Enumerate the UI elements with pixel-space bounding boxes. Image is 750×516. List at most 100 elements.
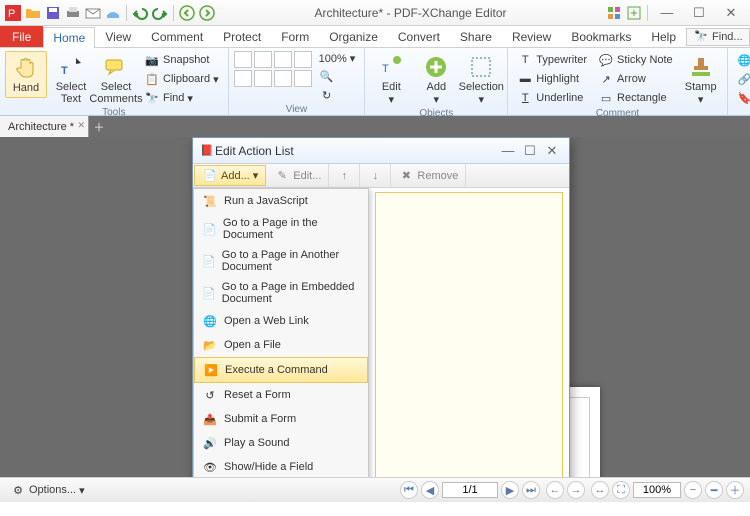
close-tab-icon[interactable]: ✕: [77, 120, 85, 131]
tab-home[interactable]: Home: [43, 27, 95, 48]
zoom-out-btn[interactable]: −: [684, 481, 702, 499]
edit-action-button[interactable]: ✎Edit...: [267, 164, 329, 187]
find-button[interactable]: 🔭Find...: [686, 28, 750, 46]
action-menu-item[interactable]: 📤Submit a Form: [194, 407, 368, 431]
move-up-button[interactable]: ↑: [329, 164, 360, 187]
tab-organize[interactable]: Organize: [319, 26, 388, 47]
tab-protect[interactable]: Protect: [213, 26, 271, 47]
options-button[interactable]: ⚙Options... ▾: [6, 481, 89, 499]
redo-icon[interactable]: [151, 4, 169, 22]
tab-review[interactable]: Review: [502, 26, 561, 47]
tab-bookmarks[interactable]: Bookmarks: [561, 26, 641, 47]
action-menu-item[interactable]: 📂Open a File: [194, 333, 368, 357]
rotate-icon: ↻: [319, 87, 335, 103]
find-tool-button[interactable]: 🔭Find ▾: [140, 89, 223, 107]
add-button[interactable]: Add▾: [415, 51, 457, 108]
action-list[interactable]: [375, 192, 563, 477]
ribbon-group-objects: TEdit▾ Add▾ Selection▾ Objects: [365, 48, 508, 115]
scan-icon[interactable]: [104, 4, 122, 22]
page-field[interactable]: [442, 482, 498, 498]
action-menu-item[interactable]: 📄Go to a Page in the Document: [194, 213, 368, 245]
add-bookmark-button[interactable]: 🔖Add Bookmark: [733, 89, 750, 107]
zoom-field[interactable]: [633, 482, 681, 498]
menu-item-label: Go to a Page in Embedded Document: [222, 281, 360, 305]
dialog-titlebar[interactable]: 📕 Edit Action List — ☐ ✕: [193, 138, 569, 164]
delete-icon: ✖: [398, 168, 414, 184]
select-comments-tool[interactable]: Select Comments: [95, 51, 137, 107]
create-link-button[interactable]: 🔗Create Link: [733, 70, 750, 88]
select-text-tool[interactable]: T Select Text: [50, 51, 92, 107]
tab-help[interactable]: Help: [641, 26, 686, 47]
tab-share[interactable]: Share: [450, 26, 502, 47]
hand-tool[interactable]: Hand: [5, 51, 47, 98]
save-icon[interactable]: [44, 4, 62, 22]
edit-button[interactable]: TEdit▾: [370, 51, 412, 108]
add-action-button[interactable]: 📄Add... ▾: [194, 165, 266, 186]
file-tab[interactable]: File: [0, 26, 43, 47]
action-menu-item[interactable]: ▶️Execute a Command: [194, 357, 368, 383]
remove-action-button[interactable]: ✖Remove: [391, 164, 466, 187]
rotate-button[interactable]: ↻: [315, 86, 360, 104]
document-canvas[interactable]: 📕 Edit Action List — ☐ ✕ 📄Add... ▾ ✎Edit…: [0, 137, 750, 477]
undo-icon[interactable]: [131, 4, 149, 22]
underline-button[interactable]: TUnderline: [513, 89, 591, 107]
maximize-button[interactable]: ☐: [684, 3, 714, 23]
sticky-note-button[interactable]: 💬Sticky Note: [594, 51, 677, 69]
stamp-button[interactable]: Stamp▾: [680, 51, 722, 108]
close-button[interactable]: ✕: [716, 3, 746, 23]
action-menu-item[interactable]: 🔊Play a Sound: [194, 431, 368, 455]
zoom-out-button[interactable]: 🔍: [315, 67, 360, 85]
nav-fwd-icon[interactable]: [198, 4, 216, 22]
up-icon: ↑: [336, 168, 352, 184]
open-icon[interactable]: [24, 4, 42, 22]
rectangle-button[interactable]: ▭Rectangle: [594, 89, 677, 107]
fit-page-button[interactable]: ⛶: [612, 481, 630, 499]
zoom-combo[interactable]: 100% ▾: [315, 51, 360, 66]
nav-forward-button[interactable]: →: [567, 481, 585, 499]
ui-options-icon[interactable]: [605, 4, 623, 22]
zoom-in-btn[interactable]: ＋: [726, 481, 744, 499]
print-icon[interactable]: [64, 4, 82, 22]
page-layout-thumbs[interactable]: [234, 51, 312, 87]
dialog-maximize-button[interactable]: ☐: [519, 141, 541, 161]
mail-icon[interactable]: [84, 4, 102, 22]
dialog-close-button[interactable]: ✕: [541, 141, 563, 161]
action-menu-item[interactable]: ↺Reset a Form: [194, 383, 368, 407]
arrow-button[interactable]: ↗Arrow: [594, 70, 677, 88]
link-icon: 🔗: [737, 71, 750, 87]
dialog-minimize-button[interactable]: —: [497, 141, 519, 161]
zoom-slider[interactable]: ━: [705, 481, 723, 499]
action-menu-item[interactable]: 📜Run a JavaScript: [194, 189, 368, 213]
plus-doc-icon: 📄: [202, 168, 218, 184]
down-icon: ↓: [367, 168, 383, 184]
fit-width-button[interactable]: ↔: [591, 481, 609, 499]
menu-item-label: Reset a Form: [224, 389, 291, 401]
web-links-button[interactable]: 🌐Web Links ▾: [733, 51, 750, 69]
action-menu-item[interactable]: 🌐Open a Web Link: [194, 309, 368, 333]
nav-back-button[interactable]: ←: [546, 481, 564, 499]
selection-button[interactable]: Selection▾: [460, 51, 502, 108]
highlight-button[interactable]: ▬Highlight: [513, 70, 591, 88]
svg-text:T: T: [382, 63, 389, 75]
next-page-button[interactable]: ▶: [501, 481, 519, 499]
typewriter-button[interactable]: TTypewriter: [513, 51, 591, 69]
status-bar: ⚙Options... ▾ ⏮ ◀ ▶ ⏭ ← → ↔ ⛶ − ━ ＋: [0, 477, 750, 502]
tab-form[interactable]: Form: [271, 26, 319, 47]
action-menu-item[interactable]: 📄Go to a Page in Another Document: [194, 245, 368, 277]
launch-icon[interactable]: [625, 4, 643, 22]
move-down-button[interactable]: ↓: [360, 164, 391, 187]
tab-convert[interactable]: Convert: [388, 26, 450, 47]
doc-tab[interactable]: Architecture *✕: [0, 116, 89, 137]
last-page-button[interactable]: ⏭: [522, 481, 540, 499]
tab-comment[interactable]: Comment: [141, 26, 213, 47]
prev-page-button[interactable]: ◀: [421, 481, 439, 499]
add-tab-button[interactable]: ＋: [89, 116, 109, 137]
minimize-button[interactable]: —: [652, 3, 682, 23]
nav-back-icon[interactable]: [178, 4, 196, 22]
action-menu-item[interactable]: 👁Show/Hide a Field: [194, 455, 368, 477]
clipboard-button[interactable]: 📋Clipboard ▾: [140, 70, 223, 88]
action-menu-item[interactable]: 📄Go to a Page in Embedded Document: [194, 277, 368, 309]
tab-view[interactable]: View: [95, 26, 141, 47]
snapshot-button[interactable]: 📷Snapshot: [140, 51, 223, 69]
first-page-button[interactable]: ⏮: [400, 481, 418, 499]
